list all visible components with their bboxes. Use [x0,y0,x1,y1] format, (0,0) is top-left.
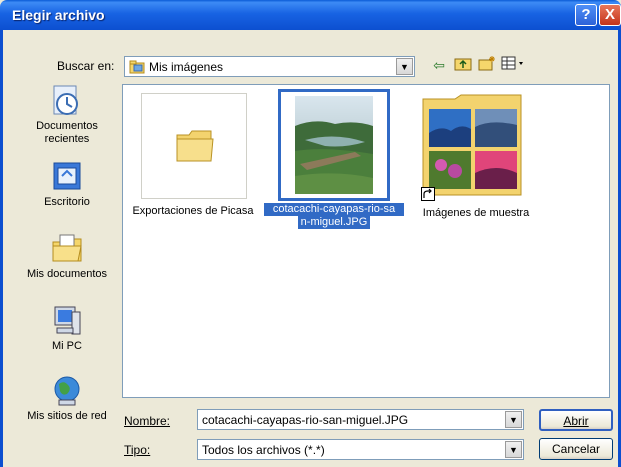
file-item-picasa-exports[interactable]: Exportaciones de Picasa [127,93,259,218]
my-computer-icon [54,306,81,335]
look-in-label: Buscar en: [57,59,115,73]
type-value: Todos los archivos (*.*) [202,443,325,457]
sample-pictures-folder-icon [422,94,522,196]
file-item-sample-pictures[interactable]: Imágenes de muestra [411,93,541,220]
place-label: Mis documentos [26,268,108,280]
network-places-icon [54,376,80,406]
title-bar[interactable]: Elegir archivo ? X [0,0,621,30]
folder-preview [421,93,529,201]
file-list[interactable]: Exportaciones de Picasa cotacachi-cayapa… [122,84,610,398]
place-my-documents[interactable]: Mis documentos [15,232,119,281]
up-folder-icon[interactable] [452,55,474,75]
place-label: Escritorio [44,196,90,208]
back-arrow-icon[interactable]: ⇦ [428,55,450,75]
name-label: Nombre: [124,414,171,428]
thumbnail-frame [141,93,247,199]
place-label: Documentos recientes [36,120,98,145]
look-in-combo[interactable]: Mis imágenes ▼ [124,56,415,77]
close-button[interactable]: X [599,4,621,26]
name-combo[interactable]: cotacachi-cayapas-rio-san-miguel.JPG ▼ [197,409,524,430]
shortcut-arrow-icon [421,187,435,201]
type-label: Tipo: [124,443,151,457]
open-button[interactable]: Abrir [539,409,613,431]
thumbnail-frame-selected [278,89,390,201]
desktop-icon [53,162,81,190]
cancel-button[interactable]: Cancelar [539,438,613,460]
places-bar: Documentos recientes Escritorio Mis docu… [15,84,119,434]
type-combo[interactable]: Todos los archivos (*.*) ▼ [197,439,524,460]
place-recent-documents[interactable]: Documentos recientes [15,84,119,146]
recent-documents-icon [53,85,78,115]
file-item-selected-image[interactable]: cotacachi-cayapas-rio-sa n-miguel.JPG [264,89,404,229]
file-item-label: Exportaciones de Picasa [132,205,254,217]
place-label: Mi PC [52,340,82,352]
help-button[interactable]: ? [575,4,597,26]
pictures-folder-icon [129,60,145,77]
new-folder-icon[interactable] [476,55,498,75]
place-label: Mis sitios de red [27,410,107,422]
look-in-dropdown-arrow[interactable]: ▼ [396,58,413,75]
window-frame-left [0,30,3,467]
view-menu-icon[interactable] [500,55,528,75]
folder-icon [176,130,214,162]
place-network[interactable]: Mis sitios de red [15,374,119,423]
name-input[interactable]: cotacachi-cayapas-rio-san-miguel.JPG [202,413,408,427]
file-item-label: Imágenes de muestra [422,207,530,219]
type-dropdown-arrow[interactable]: ▼ [505,441,522,458]
file-item-label-line1: cotacachi-cayapas-rio-sa [264,203,404,216]
place-my-computer[interactable]: Mi PC [15,304,119,353]
look-in-value: Mis imágenes [149,60,224,74]
window-title: Elegir archivo [12,7,105,23]
my-documents-icon [52,234,82,262]
name-dropdown-arrow[interactable]: ▼ [505,411,522,428]
river-landscape-image [295,96,373,194]
file-item-label-line2: n-miguel.JPG [297,216,371,229]
place-desktop[interactable]: Escritorio [15,160,119,209]
